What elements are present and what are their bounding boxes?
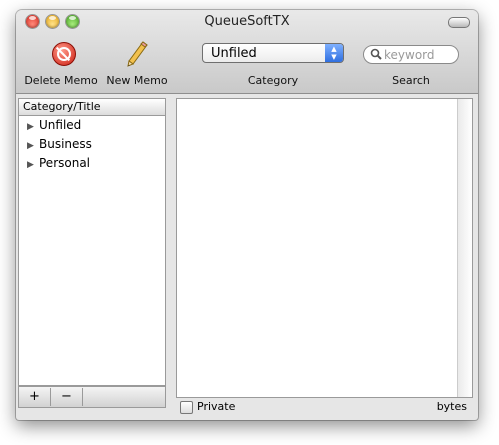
delete-memo-label: Delete Memo (24, 74, 98, 87)
tree-item-unfiled[interactable]: ▶ Unfiled (19, 116, 165, 135)
disclosure-triangle-icon[interactable]: ▶ (27, 156, 39, 175)
new-memo-label: New Memo (106, 74, 168, 87)
search-icon (370, 48, 382, 60)
window-title: QueueSoftTX (204, 14, 290, 29)
remove-button[interactable]: − (51, 388, 83, 406)
add-button[interactable]: + (19, 388, 51, 406)
editor-scrollbar[interactable] (457, 99, 472, 397)
category-outline[interactable]: Category/Title ▶ Unfiled ▶ Business ▶ Perso… (18, 98, 166, 386)
search-label: Search (392, 74, 430, 87)
toolbar-toggle-button[interactable] (448, 17, 470, 28)
category-label: Category (247, 74, 299, 87)
tree-item-label: Business (39, 137, 92, 151)
private-label: Private (197, 400, 236, 413)
private-checkbox[interactable] (180, 401, 193, 414)
category-select[interactable]: Unfiled ▲ ▼ (202, 43, 344, 63)
status-bar: Private bytes (176, 399, 473, 417)
tree-item-label: Unfiled (39, 118, 82, 132)
bytes-label: bytes (436, 400, 467, 413)
add-remove-bar: + − (18, 386, 166, 408)
tree-item-business[interactable]: ▶ Business (19, 135, 165, 154)
toolbar: QueueSoftTX Delete Memo New Memo Unfiled… (16, 10, 478, 94)
delete-icon (52, 42, 76, 66)
tree-item-personal[interactable]: ▶ Personal (19, 154, 165, 173)
column-header-category-title[interactable]: Category/Title (19, 99, 165, 116)
category-select-value: Unfiled (211, 46, 257, 61)
app-window: QueueSoftTX Delete Memo New Memo Unfiled… (16, 10, 478, 420)
select-arrows-icon: ▲ ▼ (325, 44, 343, 62)
search-field[interactable] (363, 45, 459, 64)
memo-text-area[interactable] (176, 98, 473, 398)
tree-item-label: Personal (39, 156, 91, 170)
pencil-icon (127, 41, 148, 67)
search-input[interactable] (384, 47, 454, 62)
